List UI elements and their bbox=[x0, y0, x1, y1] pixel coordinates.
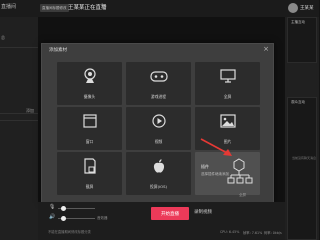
tile-screenshot[interactable]: 截屏 bbox=[57, 152, 122, 195]
tile-label: 投屏(iOS) bbox=[149, 184, 167, 189]
tile-label: 全屏 bbox=[223, 94, 232, 99]
divider bbox=[0, 120, 38, 121]
apple-icon bbox=[126, 158, 191, 178]
tile-label: 窗口 bbox=[85, 139, 94, 144]
speaker-slider-knob[interactable] bbox=[61, 216, 66, 221]
tile-video[interactable]: 视频 bbox=[126, 107, 191, 150]
tile-label: 摄像头 bbox=[83, 94, 96, 99]
avatar[interactable] bbox=[288, 3, 298, 13]
cpu-stat: CPU: 6.45% bbox=[220, 230, 240, 234]
close-icon[interactable]: × bbox=[263, 45, 269, 53]
speaker-icon[interactable]: 🔊 bbox=[49, 214, 55, 220]
image-icon bbox=[195, 113, 260, 133]
chat-panel: 观众互动 当前没有聊天消息 bbox=[287, 97, 317, 240]
top-bar: 直播间 直播间标题修改 王某某正在直播 ✎ 王某某 bbox=[0, 0, 319, 17]
edit-icon[interactable]: ✎ bbox=[101, 3, 105, 9]
left-panel: 总 添加 bbox=[0, 17, 38, 240]
right-panel: 主播互动 观众互动 当前没有聊天消息 bbox=[285, 17, 319, 240]
tile-plugin[interactable]: 插件 选择插件继续添加 bbox=[195, 152, 260, 195]
record-video-button[interactable]: 录制视频 bbox=[194, 209, 212, 215]
tile-label: 游戏进程 bbox=[150, 94, 167, 99]
play-icon bbox=[126, 113, 191, 133]
plugin-icon bbox=[227, 158, 255, 190]
chat-empty-note: 当前没有聊天消息 bbox=[292, 156, 317, 160]
interaction-panel: 主播互动 bbox=[287, 17, 317, 63]
mic-slider-knob[interactable] bbox=[61, 206, 66, 211]
tile-label: 图片 bbox=[223, 139, 232, 144]
tile-image[interactable]: 图片 bbox=[195, 107, 260, 150]
dialog-title: 添加素材 bbox=[49, 48, 67, 53]
tile-label: 截屏 bbox=[85, 184, 94, 189]
fullscreen-toggle[interactable]: 全屏 bbox=[239, 193, 246, 198]
speaker-label: 音效器 bbox=[97, 216, 108, 220]
tile-fullscreen[interactable]: 全屏 bbox=[195, 62, 260, 105]
fps-stat: 帧率: 7.61% bbox=[243, 231, 263, 235]
start-live-button[interactable]: 开始直播 bbox=[151, 207, 189, 220]
gamepad-icon bbox=[126, 68, 191, 88]
bitrate-stat: 码率: 0kb/s bbox=[264, 231, 282, 235]
plugin-title: 插件 bbox=[201, 164, 209, 169]
monitor-icon bbox=[195, 68, 260, 88]
tile-window[interactable]: 窗口 bbox=[57, 107, 122, 150]
screenshot-icon bbox=[57, 158, 122, 178]
add-scene-label[interactable]: 添加 bbox=[26, 108, 34, 114]
tile-ios-cast[interactable]: 投屏(iOS) bbox=[126, 152, 191, 195]
dialog-header: 添加素材 × bbox=[42, 44, 273, 56]
add-source-dialog: 添加素材 × 摄像头 游戏进程 全屏 窗口 视频 图片 截屏 投屏(iOS) 插… bbox=[41, 43, 274, 203]
camera-icon bbox=[57, 68, 122, 88]
footer-note: 不能在直播期间修改标题分类 bbox=[48, 230, 91, 234]
left-panel-label: 总 bbox=[1, 35, 5, 40]
room-title-badge[interactable]: 直播间标题修改 bbox=[40, 4, 69, 12]
tile-game[interactable]: 游戏进程 bbox=[126, 62, 191, 105]
microphone-icon[interactable]: 🎙 bbox=[49, 204, 55, 210]
interaction-label: 主播互动 bbox=[291, 20, 305, 24]
window-icon bbox=[57, 113, 122, 133]
app-title: 直播间 bbox=[1, 4, 17, 10]
user-name: 王某某 bbox=[300, 6, 314, 11]
chat-label: 观众互动 bbox=[291, 100, 305, 104]
tile-label: 视频 bbox=[154, 139, 163, 144]
tile-camera[interactable]: 摄像头 bbox=[57, 62, 122, 105]
divider bbox=[0, 47, 38, 48]
plugin-subtitle: 选择插件继续添加 bbox=[201, 172, 229, 176]
